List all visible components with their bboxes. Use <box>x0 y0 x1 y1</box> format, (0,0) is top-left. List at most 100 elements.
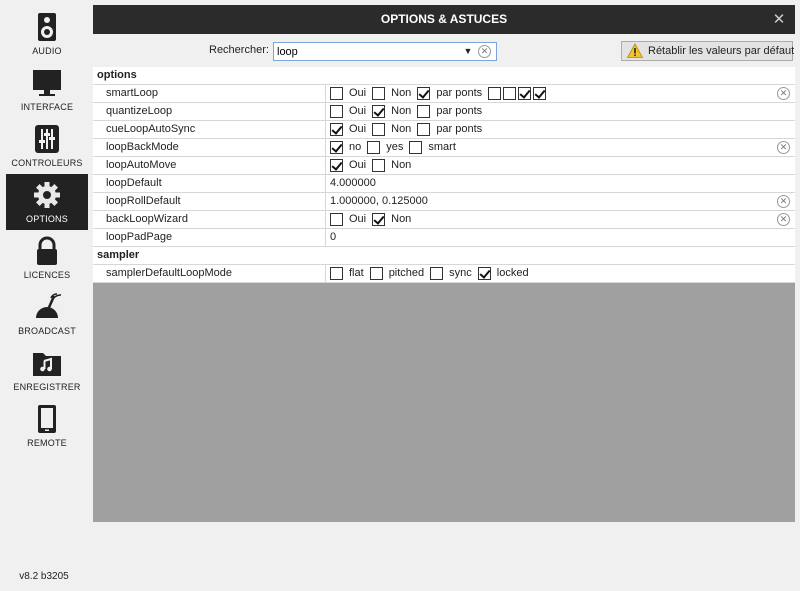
column-divider <box>325 193 326 210</box>
option-choice: Oui <box>330 103 366 120</box>
option-checkbox[interactable] <box>367 141 381 154</box>
sidebar-item-controleurs[interactable]: CONTROLEURS <box>6 118 88 174</box>
sidebar-item-remote[interactable]: REMOTE <box>6 398 88 454</box>
option-choice-label: flat <box>349 267 364 279</box>
lock-icon <box>37 236 57 265</box>
options-table: options smartLoop Oui Non par ponts ✕ quantize… <box>93 67 795 522</box>
option-checkbox[interactable] <box>330 123 343 136</box>
option-checkbox[interactable] <box>417 123 431 136</box>
search-label: Rechercher: <box>209 44 269 56</box>
option-checkbox[interactable] <box>372 159 386 172</box>
option-choice-label: par ponts <box>436 123 483 135</box>
table-row: loopRollDefault 1.000000, 0.125000 ✕ <box>93 193 795 211</box>
option-choice: yes <box>367 139 403 156</box>
extra-checkbox[interactable] <box>488 87 502 100</box>
option-choice: no <box>330 139 361 156</box>
reset-defaults-button[interactable]: Rétablir les valeurs par défaut <box>621 41 795 61</box>
option-value: no yes smart <box>330 139 462 156</box>
option-checkbox[interactable] <box>330 141 343 154</box>
column-divider <box>325 229 326 246</box>
option-choice-label: Non <box>391 213 412 225</box>
sidebar-item-interface[interactable]: INTERFACE <box>6 62 88 118</box>
option-checkbox[interactable] <box>330 213 343 226</box>
extra-checkbox[interactable] <box>533 87 547 100</box>
option-choice: Non <box>372 121 411 138</box>
option-choice: sync <box>430 265 472 282</box>
option-checkbox[interactable] <box>330 267 343 280</box>
window-title: OPTIONS & ASTUCES <box>380 12 508 26</box>
extra-checkbox[interactable] <box>518 87 532 100</box>
option-value: Oui Non <box>330 157 417 174</box>
table-row: loopPadPage 0 <box>93 229 795 247</box>
sidebar-item-options[interactable]: OPTIONS <box>6 174 88 230</box>
option-value: 0 <box>330 231 337 243</box>
option-name: backLoopWizard <box>106 213 188 225</box>
option-name: loopDefault <box>106 177 162 189</box>
option-value: Oui Non par ponts <box>330 121 488 138</box>
option-checkbox[interactable] <box>430 267 444 280</box>
search-box: ▼ ✕ <box>273 42 497 61</box>
option-checkbox[interactable] <box>372 213 386 226</box>
sidebar-item-licences[interactable]: LICENCES <box>6 230 88 286</box>
option-name: loopPadPage <box>106 231 173 243</box>
table-row: smartLoop Oui Non par ponts ✕ <box>93 85 795 103</box>
column-divider <box>325 157 326 174</box>
option-value: 4.000000 <box>330 177 376 189</box>
option-checkbox[interactable] <box>372 123 386 136</box>
sidebar-item-label: OPTIONS <box>26 214 68 224</box>
option-checkbox[interactable] <box>330 87 343 100</box>
option-checkbox[interactable] <box>372 87 386 100</box>
option-choice: Non <box>372 85 411 102</box>
extra-checkbox[interactable] <box>503 87 517 100</box>
reset-option-icon[interactable]: ✕ <box>777 87 790 100</box>
sidebar-item-label: ENREGISTRER <box>13 382 81 392</box>
sidebar-item-label: BROADCAST <box>18 326 76 336</box>
option-choice-label: pitched <box>388 267 425 279</box>
option-checkbox[interactable] <box>369 267 383 280</box>
option-name: loopRollDefault <box>106 195 181 207</box>
option-name: quantizeLoop <box>106 105 173 117</box>
option-checkbox[interactable] <box>372 105 386 118</box>
option-choice-label: Oui <box>349 123 367 135</box>
sidebar-item-broadcast[interactable]: BROADCAST <box>6 286 88 342</box>
warning-icon <box>627 43 643 58</box>
search-input[interactable] <box>277 44 457 59</box>
option-choice-label: sync <box>449 267 472 279</box>
reset-option-icon[interactable]: ✕ <box>777 213 790 226</box>
option-name: samplerDefaultLoopMode <box>106 267 232 279</box>
option-value: Oui Non par ponts <box>330 85 548 102</box>
column-divider <box>325 175 326 192</box>
sidebar-item-label: LICENCES <box>23 270 71 280</box>
column-divider <box>325 265 326 282</box>
option-choice: par ponts <box>417 103 482 120</box>
reset-defaults-label: Rétablir les valeurs par défaut <box>648 45 795 57</box>
clear-search-icon[interactable]: ✕ <box>478 45 491 58</box>
options-panel: OPTIONS & ASTUCES ✕ Rechercher: ▼ ✕ Réta… <box>93 5 795 587</box>
option-name: loopBackMode <box>106 141 179 153</box>
option-choice-label: Non <box>391 159 412 171</box>
option-checkbox[interactable] <box>330 105 343 118</box>
sidebar-item-label: REMOTE <box>27 438 67 448</box>
option-checkbox[interactable] <box>409 141 423 154</box>
option-choice-label: par ponts <box>436 87 483 99</box>
table-row: cueLoopAutoSync Oui Non par ponts <box>93 121 795 139</box>
option-value: 1.000000, 0.125000 <box>330 195 428 207</box>
sidebar: AUDIO INTERFACE CONTROLEURS OPTIONS LICE… <box>0 0 88 591</box>
table-row: samplerDefaultLoopMode flat pitched sync loc… <box>93 265 795 283</box>
option-checkbox[interactable] <box>417 105 431 118</box>
close-icon[interactable]: ✕ <box>771 5 787 34</box>
option-choice: Non <box>372 103 411 120</box>
reset-option-icon[interactable]: ✕ <box>777 141 790 154</box>
table-row: loopDefault 4.000000 <box>93 175 795 193</box>
version-label: v8.2 b3205 <box>19 571 69 582</box>
option-choice: pitched <box>369 265 425 282</box>
option-checkbox[interactable] <box>477 267 491 280</box>
chevron-down-icon[interactable]: ▼ <box>462 44 474 59</box>
sidebar-item-audio[interactable]: AUDIO <box>6 6 88 62</box>
sidebar-item-enregistrer[interactable]: ENREGISTRER <box>6 342 88 398</box>
option-checkbox[interactable] <box>330 159 343 172</box>
option-checkbox[interactable] <box>417 87 431 100</box>
table-row: loopBackMode no yes smart ✕ <box>93 139 795 157</box>
reset-option-icon[interactable]: ✕ <box>777 195 790 208</box>
sidebar-item-label: AUDIO <box>32 46 62 56</box>
